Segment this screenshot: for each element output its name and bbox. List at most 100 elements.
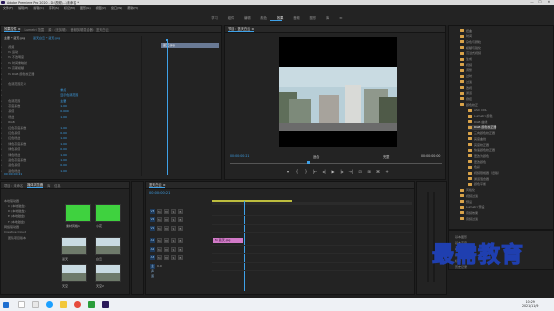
effect-tree-item[interactable]: 风格化 (460, 188, 475, 193)
effect-tree-item[interactable]: 透视 (460, 85, 472, 90)
effect-tree-item[interactable]: 视频限幅器（旧版） (468, 171, 501, 176)
menu-item[interactable]: 剪辑(C) (33, 6, 43, 10)
transport-button[interactable]: |▸ (339, 169, 345, 174)
fit-select[interactable]: 适合 (313, 154, 319, 159)
track-toggle-button[interactable]: M (164, 217, 169, 222)
track-label[interactable]: A1 (150, 238, 155, 243)
track-toggle-button[interactable]: B (178, 255, 183, 260)
ec-timecode[interactable]: 00:00:00:21 (4, 172, 22, 176)
effect-tree-item[interactable]: 调整 (460, 68, 472, 73)
transport-button[interactable]: ⌘ (375, 169, 381, 174)
effect-tree-item[interactable]: 扭曲 (460, 28, 472, 33)
track-toggle-button[interactable]: fx (157, 217, 162, 222)
track-toggle-button[interactable]: M (164, 238, 169, 243)
effect-tree-item[interactable]: 过时 (460, 74, 472, 79)
project-tab[interactable]: 信息 (54, 183, 60, 188)
clip-thumbnail[interactable]: 天空2 (95, 264, 121, 288)
effect-row-value[interactable]: 显示色调范围 (60, 93, 78, 97)
transport-button[interactable]: + (384, 169, 390, 174)
program-playhead[interactable] (307, 161, 310, 164)
track-toggle-button[interactable]: fx (157, 255, 162, 260)
effect-tree-item[interactable]: 预设 (460, 199, 472, 204)
track-label[interactable]: V2 (150, 217, 155, 222)
track-lane[interactable] (212, 261, 412, 263)
effect-tree-item[interactable]: 键控 (460, 96, 472, 101)
workspace-tab[interactable]: 库 (326, 15, 329, 20)
effect-row-value[interactable]: 1.00 (60, 104, 67, 108)
resolution-select[interactable]: 完整 (383, 154, 389, 159)
clip-thumbnail[interactable]: 天空 (61, 264, 87, 288)
effect-tree-item[interactable]: ASC CDL (468, 108, 487, 113)
transport-button[interactable]: ▾ (285, 169, 291, 174)
track-toggle-button[interactable]: fx (157, 208, 162, 214)
clip-thumbnail[interactable]: 蓝天 (61, 237, 87, 261)
track-toggle-button[interactable]: B (178, 246, 183, 252)
effect-tree-item[interactable]: 杂色与颗粒 (460, 39, 481, 44)
menu-item[interactable]: 序列(S) (49, 6, 59, 10)
transport-button[interactable]: ▶ (330, 169, 336, 174)
effect-tree-item[interactable]: 视频 (460, 62, 472, 67)
effect-row[interactable]: › 显示色调范围 (1, 93, 78, 98)
effect-row[interactable]: › 红色基值 0.00 (1, 130, 67, 135)
app-icon-red[interactable] (74, 301, 81, 308)
effect-row-value[interactable]: 0.00 (60, 163, 67, 167)
effect-tree-item[interactable]: 颜色校正 (460, 102, 478, 107)
effect-row-value[interactable]: 1.00 (60, 169, 67, 173)
effect-row[interactable]: › fx 高斯模糊 (1, 66, 60, 71)
search-icon[interactable] (18, 301, 25, 308)
track-toggle-button[interactable]: S (171, 246, 176, 252)
workspace-tab[interactable]: 图形 (310, 15, 316, 20)
program-timecode[interactable]: 00:00:00:21 (230, 154, 249, 158)
chevron-right-icon[interactable]: › (1, 93, 2, 97)
track-toggle-button[interactable]: M (164, 208, 169, 214)
track-toggle-button[interactable]: M (164, 225, 169, 231)
track-toggle-button[interactable]: S (171, 238, 176, 243)
track-toggle-button[interactable]: S (171, 217, 176, 222)
effect-tree-item[interactable]: 音频过渡 (460, 216, 478, 221)
track-lane[interactable] (212, 232, 412, 233)
premiere-taskbar-icon[interactable] (102, 301, 109, 308)
track-toggle-button[interactable]: S (171, 255, 176, 260)
menu-item[interactable]: 视图(V) (96, 6, 106, 10)
effect-tree-item[interactable]: 亮度校正器 (468, 142, 489, 147)
effect-tree-item[interactable]: 沉浸式视频 (460, 51, 481, 56)
effect-row[interactable]: › (1, 76, 60, 81)
timeline-timecode[interactable]: 00:00:00:21 (149, 191, 170, 195)
ec-tab[interactable]: 音频剪辑混合器：蓝天白云 (71, 27, 109, 32)
effect-tree-item[interactable]: 时间 (460, 34, 472, 39)
track-toggle-button[interactable]: fx (157, 246, 162, 252)
effect-row[interactable]: › 绿色基值 0.00 (1, 147, 67, 152)
menu-item[interactable]: 图形(G) (80, 6, 91, 10)
track-toggle-button[interactable]: B (178, 225, 183, 231)
effect-row[interactable]: › RGB (1, 120, 60, 125)
task-view-icon[interactable] (32, 301, 39, 308)
effect-tree-item[interactable]: 模糊与锐化 (460, 45, 481, 50)
effect-row[interactable]: › 增益 1.00 (1, 114, 67, 119)
workspace-tab[interactable]: 编辑 (244, 15, 250, 20)
effect-row[interactable]: › fx 运动 (1, 49, 60, 54)
transport-button[interactable]: ⊞ (366, 169, 372, 174)
work-area-bar[interactable] (212, 200, 292, 202)
drive-tree-item[interactable]: 团队项目版本 (1, 235, 26, 240)
effect-tree-item[interactable]: 三向颜色校正器 (468, 131, 495, 136)
menu-item[interactable]: 窗口(W) (111, 6, 122, 10)
track-toggle-button[interactable]: B (178, 217, 183, 222)
app-icon-green[interactable] (88, 301, 95, 308)
effect-row-value[interactable]: 主要 (60, 99, 66, 103)
effect-tree-item[interactable]: 过渡 (460, 79, 472, 84)
track-lane[interactable] (212, 244, 412, 246)
windows-start-icon[interactable] (3, 302, 9, 308)
effect-row-value[interactable]: 0.00 (60, 131, 67, 135)
effect-tree-item[interactable]: 色彩 (468, 165, 480, 170)
folder-icon[interactable] (60, 301, 67, 308)
workspace-tab[interactable]: 组件 (228, 15, 234, 20)
track-toggle-button[interactable]: M (164, 255, 169, 260)
clip-thumbnail[interactable]: 素材风格1 (65, 204, 91, 228)
track-label[interactable]: 主声道 (150, 263, 155, 278)
time-ruler[interactable] (212, 202, 412, 205)
tab-program[interactable]: 节目：蓝天白云 ≡ (228, 26, 254, 32)
effect-row-value[interactable]: 1.00 (60, 142, 67, 146)
effect-row-value[interactable]: 0.000 (60, 109, 69, 113)
track-label[interactable]: A3 (150, 255, 155, 260)
clip-thumbnail[interactable]: 白云 (95, 237, 121, 261)
